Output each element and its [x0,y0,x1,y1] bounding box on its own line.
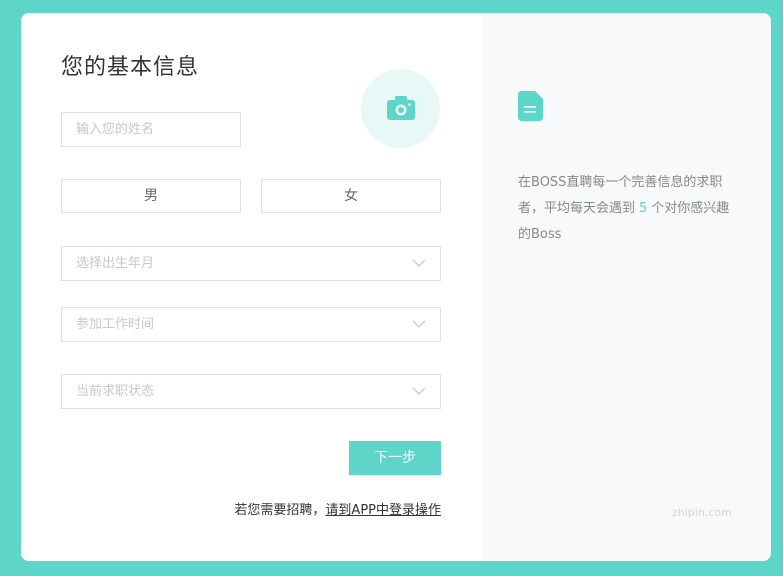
tip-panel: 在BOSS直聘每一个完善信息的求职者，平均每天会遇到 5 个对你感兴趣的Boss z… [481,13,771,561]
avatar-upload-button[interactable] [361,69,440,148]
page-title: 您的基本信息 [61,55,200,80]
gender-male-button[interactable]: 男 [61,179,241,213]
form-panel: 您的基本信息 男 女 选择出生年月 参加工作时间 [21,13,481,561]
chevron-down-icon [412,320,426,328]
gender-female-button[interactable]: 女 [261,179,441,213]
profile-card: 您的基本信息 男 女 选择出生年月 参加工作时间 [21,13,771,561]
name-input[interactable] [61,112,241,147]
job-status-placeholder: 当前求职状态 [76,384,155,399]
birth-date-placeholder: 选择出生年月 [76,256,155,271]
birth-date-select[interactable]: 选择出生年月 [61,246,441,281]
next-step-button[interactable]: 下一步 [349,441,441,475]
work-start-select[interactable]: 参加工作时间 [61,307,441,342]
site-watermark: zhipin.com [672,506,732,519]
chevron-down-icon [412,259,426,267]
recruit-notice: 若您需要招聘，请到APP中登录操作 [234,499,441,518]
tip-count: 5 [639,201,648,216]
tip-text: 在BOSS直聘每一个完善信息的求职者，平均每天会遇到 5 个对你感兴趣的Boss [518,170,740,248]
work-start-placeholder: 参加工作时间 [76,317,155,332]
recruit-prefix: 若您需要招聘， [234,503,326,518]
job-status-select[interactable]: 当前求职状态 [61,374,441,409]
recruit-app-link[interactable]: 请到APP中登录操作 [325,503,441,518]
chevron-down-icon [412,387,426,395]
camera-icon [387,96,415,120]
document-icon [518,91,543,121]
